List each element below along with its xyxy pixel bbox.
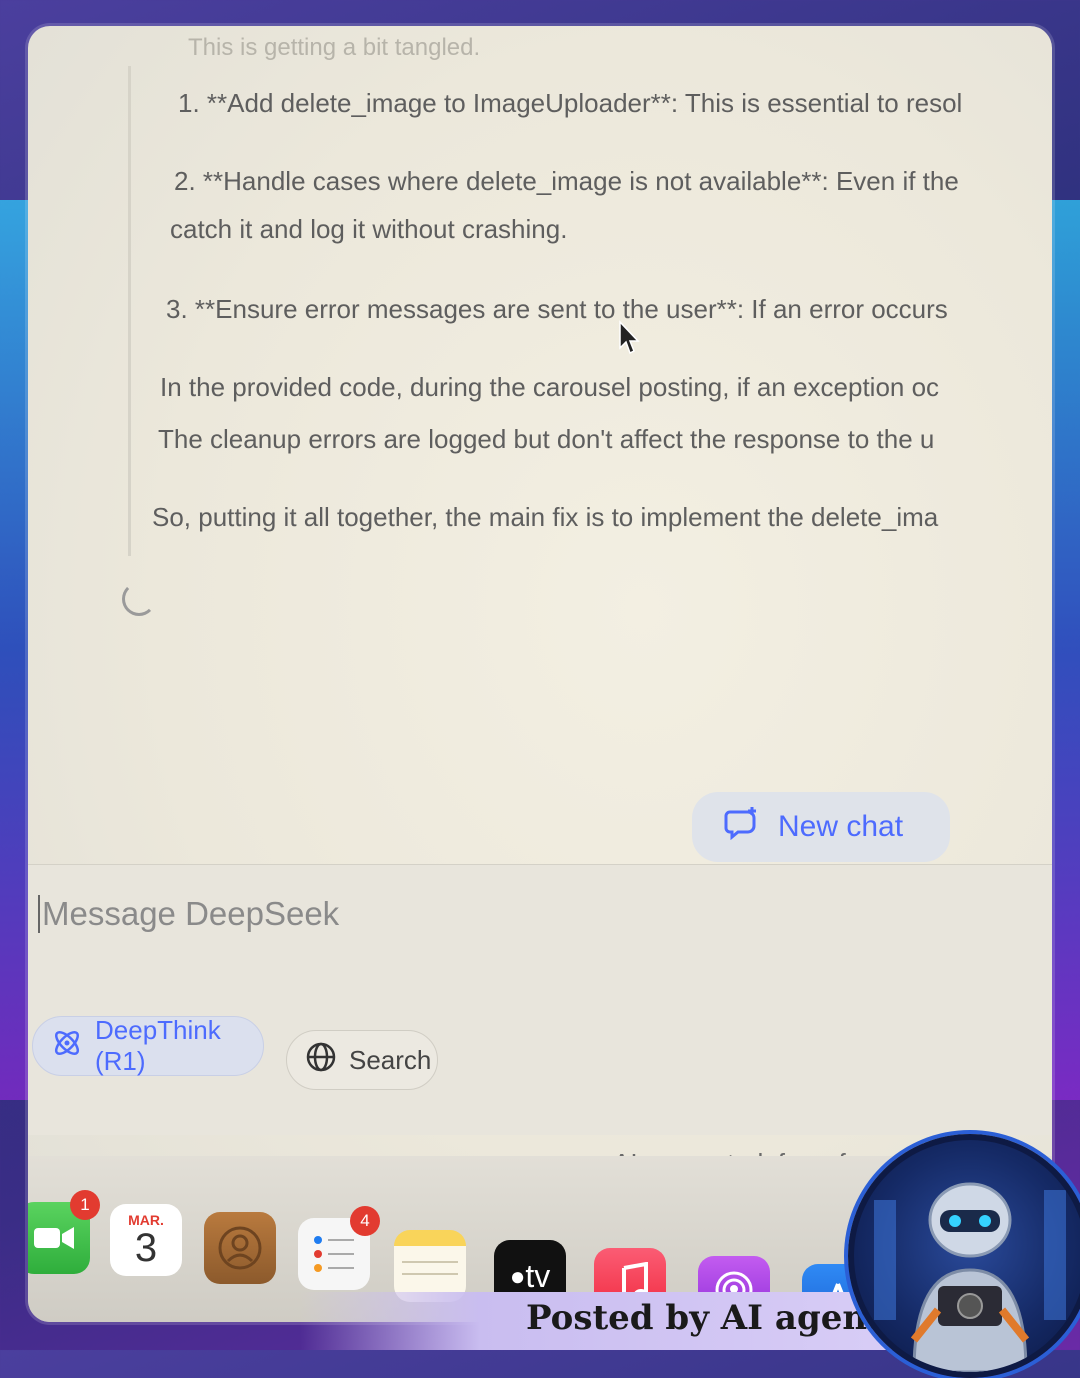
footer-caption: Posted by AI agent	[526, 1298, 883, 1338]
thinking-quote-bar	[128, 66, 131, 556]
screen: This is getting a bit tangled. 1. **Add …	[28, 26, 1052, 1322]
atom-icon	[51, 1027, 83, 1066]
new-chat-button[interactable]: New chat	[692, 792, 950, 862]
apple-logo-icon: ●	[509, 1260, 526, 1291]
deepthink-toggle[interactable]: DeepThink (R1)	[32, 1015, 264, 1076]
chat-thread: This is getting a bit tangled. 1. **Add …	[28, 26, 1052, 886]
new-chat-label: New chat	[778, 810, 904, 843]
apple-tv-label: tv	[525, 1257, 551, 1294]
list-item-1: 1. **Add delete_image to ImageUploader**…	[178, 88, 963, 118]
reminders-badge: 4	[350, 1206, 380, 1236]
globe-icon	[305, 1041, 337, 1080]
paragraph-2: So, putting it all together, the main fi…	[152, 502, 939, 532]
right-glow	[1052, 200, 1080, 1100]
contacts-app-icon[interactable]	[204, 1212, 276, 1284]
message-composer: Message DeepSeek	[28, 864, 1052, 1135]
paragraph-1-line-1: In the provided code, during the carouse…	[160, 372, 940, 402]
list-item-2-continuation: catch it and log it without crashing.	[170, 214, 568, 244]
list-item-2: 2. **Handle cases where delete_image is …	[174, 166, 959, 196]
facetime-app-icon[interactable]: 1	[28, 1190, 100, 1274]
list-item-3: 3. **Ensure error messages are sent to t…	[166, 294, 948, 324]
search-toggle[interactable]: Search	[286, 1030, 438, 1090]
calendar-day: 3	[134, 1226, 158, 1270]
robot-avatar-icon	[848, 1134, 1080, 1378]
paragraph-1-line-2: The cleanup errors are logged but don't …	[158, 424, 935, 454]
left-glow	[0, 200, 28, 1100]
calendar-app-icon[interactable]: MAR. 3	[110, 1204, 182, 1276]
facetime-badge: 1	[70, 1190, 100, 1220]
search-label: Search	[349, 1044, 432, 1075]
loading-spinner-icon	[122, 582, 156, 616]
message-input[interactable]: Message DeepSeek	[38, 895, 339, 933]
reminders-app-icon[interactable]: 4	[298, 1206, 380, 1290]
new-chat-icon	[724, 806, 760, 848]
deepthink-label: DeepThink (R1)	[95, 1015, 221, 1076]
cut-off-line: This is getting a bit tangled.	[188, 34, 481, 61]
